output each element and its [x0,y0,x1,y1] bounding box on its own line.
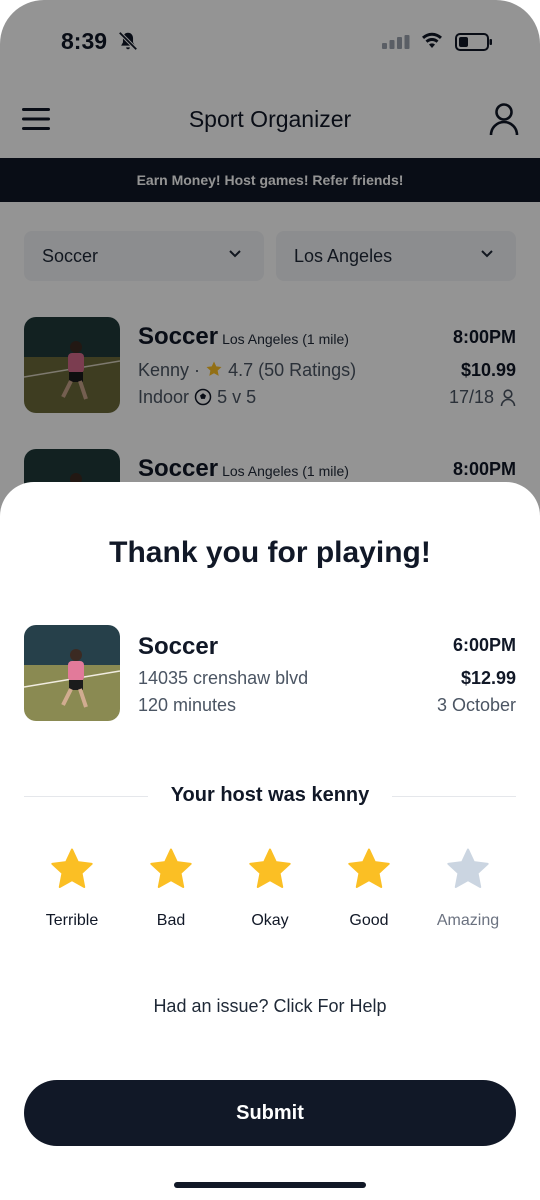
booking-summary: Soccer 14035 crenshaw blvd 120 minutes 6… [24,625,516,721]
host-divider: Your host was kenny [24,784,516,808]
home-indicator [174,1182,366,1188]
submit-button[interactable]: Submit [24,1080,516,1146]
star-empty-icon [447,848,489,888]
booking-title: Soccer [138,633,219,660]
rating-option-okay[interactable]: Okay [222,842,318,942]
soccer-player-image [24,625,120,721]
rating-label: Good [349,912,389,929]
help-link[interactable]: Had an issue? Click For Help [0,996,540,1017]
rating-option-amazing[interactable]: Amazing [420,842,516,942]
booking-time: 6:00PM [452,635,516,655]
rating-bottom-sheet: Thank you for playing! Soccer 14035 cren… [0,482,540,1200]
rating-label: Amazing [436,912,500,929]
divider-line [392,796,516,797]
booking-price: $12.99 [460,668,516,688]
star-filled-icon [348,848,390,888]
rating-option-terrible[interactable]: Terrible [24,842,120,942]
rating-label: Bad [156,912,186,929]
star-filled-icon [51,848,93,888]
booking-thumbnail [24,625,120,721]
star-rating: Terrible Bad Okay Good Amazing [24,842,516,942]
rating-option-good[interactable]: Good [321,842,417,942]
booking-date: 3 October [436,695,516,715]
sheet-title: Thank you for playing! [109,536,431,569]
star-filled-icon [249,848,291,888]
app-screen: 8:39 Sport Organizer Earn Money! Host ga… [0,0,540,1200]
rating-option-bad[interactable]: Bad [123,842,219,942]
rating-label: Terrible [45,912,99,929]
rating-label: Okay [251,912,289,929]
star-filled-icon [150,848,192,888]
booking-address: 14035 crenshaw blvd [138,668,309,688]
booking-duration: 120 minutes [138,695,237,715]
